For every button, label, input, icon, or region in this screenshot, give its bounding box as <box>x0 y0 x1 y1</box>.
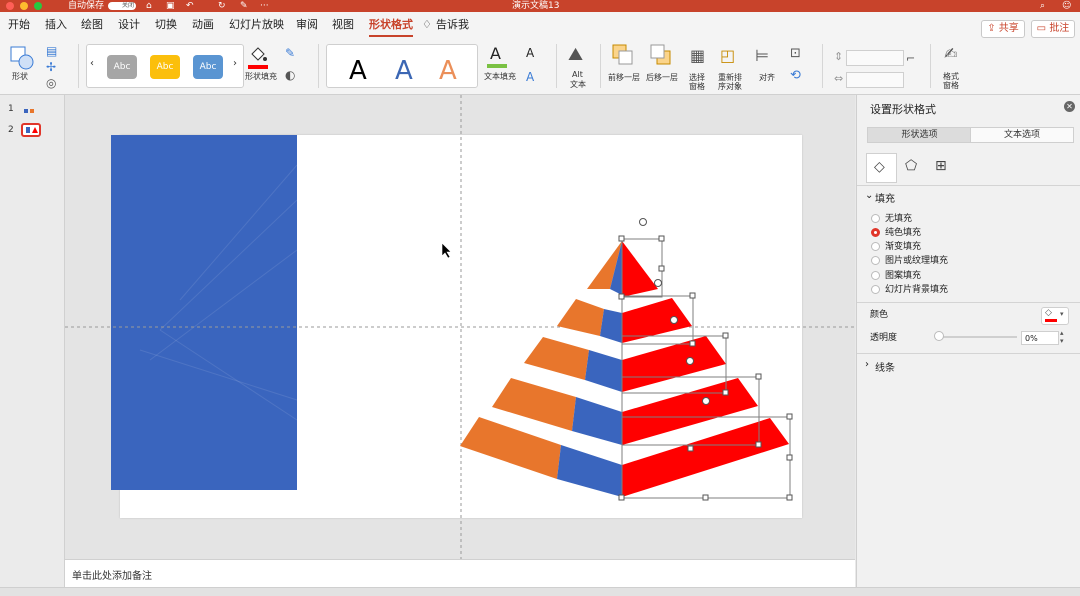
radio-picture-fill[interactable] <box>871 256 880 265</box>
transparency-input[interactable]: 0% <box>1021 331 1059 345</box>
tab-text-options-label: 文本选项 <box>1003 130 1040 140</box>
radio-solid-fill[interactable] <box>871 228 880 237</box>
paint-bucket-icon: ◇ <box>1045 308 1052 318</box>
tab-shape-options-label: 形状选项 <box>901 130 938 140</box>
transparency-slider-thumb[interactable] <box>934 331 944 341</box>
stepper-icon[interactable]: ▴ ▾ <box>1060 329 1064 345</box>
color-swatch <box>1045 319 1057 322</box>
fill-option-label: 渐变填充 <box>885 242 922 252</box>
fill-line-tab[interactable]: ◇ <box>866 153 897 183</box>
fill-option-label: 幻灯片背景填充 <box>885 285 949 295</box>
chevron-down-icon: ▾ <box>1060 310 1064 318</box>
notes-placeholder[interactable]: 单击此处添加备注 <box>72 567 152 582</box>
pane-title: 设置形状格式 <box>870 103 936 116</box>
fill-option-label: 图片或纹理填充 <box>885 256 949 266</box>
paint-bucket-icon: ◇ <box>874 159 885 175</box>
format-shape-pane: 设置形状格式 ✕ 形状选项 文本选项 ◇ ⬠ ⊞ ⌄ 填充 无填充 纯色填充 渐… <box>856 95 1080 587</box>
pyramid-right-half[interactable] <box>622 241 789 497</box>
transparency-label: 透明度 <box>870 333 898 343</box>
effects-pentagon-icon[interactable]: ⬠ <box>905 158 917 174</box>
fill-option-label: 无填充 <box>885 214 913 224</box>
transparency-value: 0% <box>1025 334 1038 343</box>
size-properties-icon[interactable]: ⊞ <box>935 158 947 174</box>
mouse-cursor-icon <box>441 242 452 259</box>
radio-no-fill[interactable] <box>871 214 880 223</box>
radio-gradient-fill[interactable] <box>871 242 880 251</box>
tab-text-options[interactable]: 文本选项 <box>970 127 1074 143</box>
transparency-slider-track[interactable] <box>939 336 1017 338</box>
pyramid-left-half[interactable] <box>460 241 622 497</box>
fill-option-label: 图案填充 <box>885 271 922 281</box>
fill-section-title[interactable]: 填充 <box>875 190 895 205</box>
line-section-chevron-icon[interactable]: › <box>865 359 869 370</box>
notes-pane[interactable]: 单击此处添加备注 <box>65 559 855 588</box>
fill-section-chevron-icon[interactable]: ⌄ <box>865 190 873 201</box>
radio-pattern-fill[interactable] <box>871 271 880 280</box>
blue-rectangle[interactable] <box>111 135 297 490</box>
color-picker-button[interactable]: ◇ ▾ <box>1041 307 1069 325</box>
fill-option-label: 纯色填充 <box>885 228 922 238</box>
radio-background-fill[interactable] <box>871 285 880 294</box>
tab-shape-options[interactable]: 形状选项 <box>867 127 972 143</box>
close-icon[interactable]: ✕ <box>1064 101 1075 112</box>
color-label: 颜色 <box>870 310 889 320</box>
line-section-title[interactable]: 线条 <box>875 359 895 374</box>
